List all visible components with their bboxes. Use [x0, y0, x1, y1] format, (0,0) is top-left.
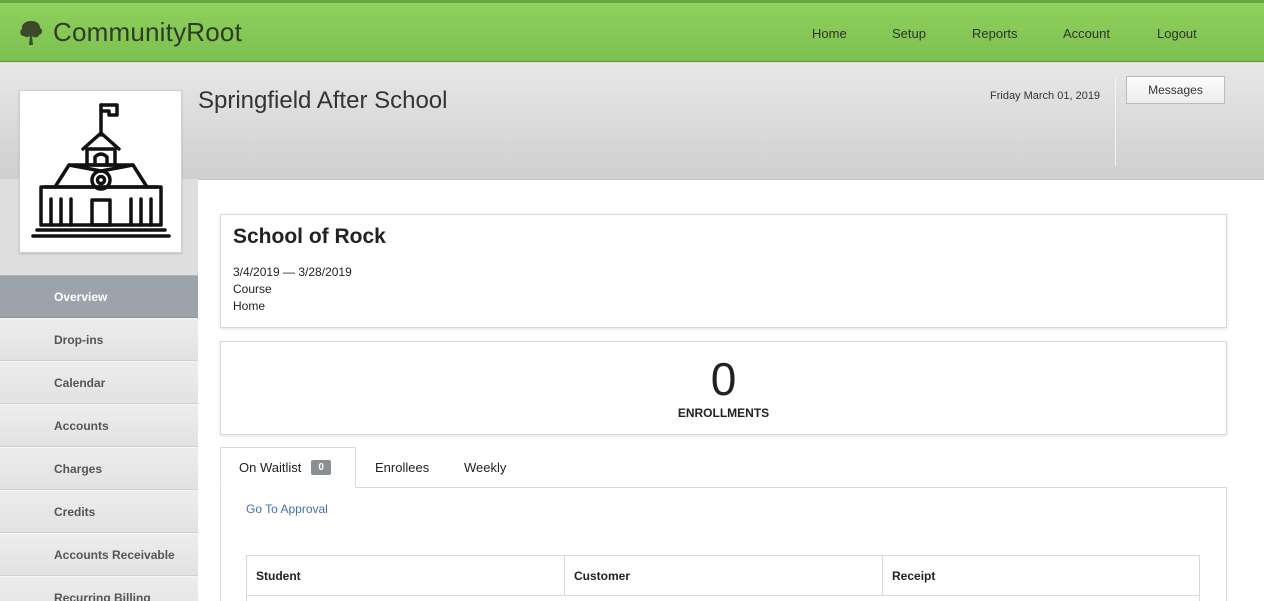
nav-home-link[interactable]: Home	[812, 26, 847, 41]
enrollments-card: 0 ENROLLMENTS	[220, 341, 1227, 435]
brand[interactable]: CommunityRoot	[18, 17, 242, 48]
course-location: Home	[233, 299, 266, 313]
school-logo-card	[19, 90, 182, 253]
course-type: Course	[233, 282, 272, 296]
course-dates: 3/4/2019 — 3/28/2019	[233, 265, 352, 279]
tab-weekly[interactable]: Weekly	[464, 447, 506, 488]
top-bar: CommunityRoot Home Setup Reports Account…	[0, 0, 1264, 62]
sidebar-item-accounts-receivable[interactable]: Accounts Receivable	[0, 533, 198, 576]
nav-setup-link[interactable]: Setup	[892, 26, 926, 41]
column-header-student[interactable]: Student	[247, 556, 564, 596]
enrollment-label: ENROLLMENTS	[677, 406, 770, 420]
sidebar-item-charges[interactable]: Charges	[0, 447, 198, 490]
schoolhouse-icon	[31, 103, 171, 238]
tree-icon	[20, 20, 43, 45]
brand-name: CommunityRoot	[53, 17, 242, 47]
header-divider	[1115, 78, 1116, 166]
sidebar-item-calendar[interactable]: Calendar	[0, 361, 198, 404]
enrollment-count: 0	[710, 353, 737, 405]
tab-on-waitlist[interactable]: On Waitlist 0	[220, 447, 356, 488]
sidebar-item-recurring-billing[interactable]: Recurring Billing	[0, 576, 198, 601]
tab-enrollees[interactable]: Enrollees	[375, 447, 429, 488]
nav-account-link[interactable]: Account	[1063, 26, 1110, 41]
header-band	[0, 63, 1264, 179]
sidebar-item-credits[interactable]: Credits	[0, 490, 198, 533]
nav-reports-link[interactable]: Reports	[972, 26, 1018, 41]
current-date: Friday March 01, 2019	[990, 90, 1101, 102]
course-card: School of Rock 3/4/2019 — 3/28/2019 Cour…	[220, 214, 1227, 328]
sidebar-item-overview[interactable]: Overview	[0, 275, 198, 318]
column-header-customer[interactable]: Customer	[564, 556, 882, 596]
waitlist-table: Student Customer Receipt	[246, 555, 1200, 601]
sidebar: Overview Drop-ins Calendar Accounts Char…	[0, 275, 198, 601]
page-title: Springfield After School	[198, 87, 448, 114]
messages-button[interactable]: Messages	[1126, 76, 1225, 104]
sidebar-item-drop-ins[interactable]: Drop-ins	[0, 318, 198, 361]
waitlist-count-badge: 0	[311, 460, 331, 475]
course-title: School of Rock	[233, 225, 386, 248]
go-to-approval-link[interactable]: Go To Approval	[246, 502, 328, 516]
column-header-receipt[interactable]: Receipt	[882, 556, 1199, 596]
nav-logout-link[interactable]: Logout	[1157, 26, 1197, 41]
tab-label: On Waitlist	[239, 460, 302, 475]
sidebar-item-accounts[interactable]: Accounts	[0, 404, 198, 447]
